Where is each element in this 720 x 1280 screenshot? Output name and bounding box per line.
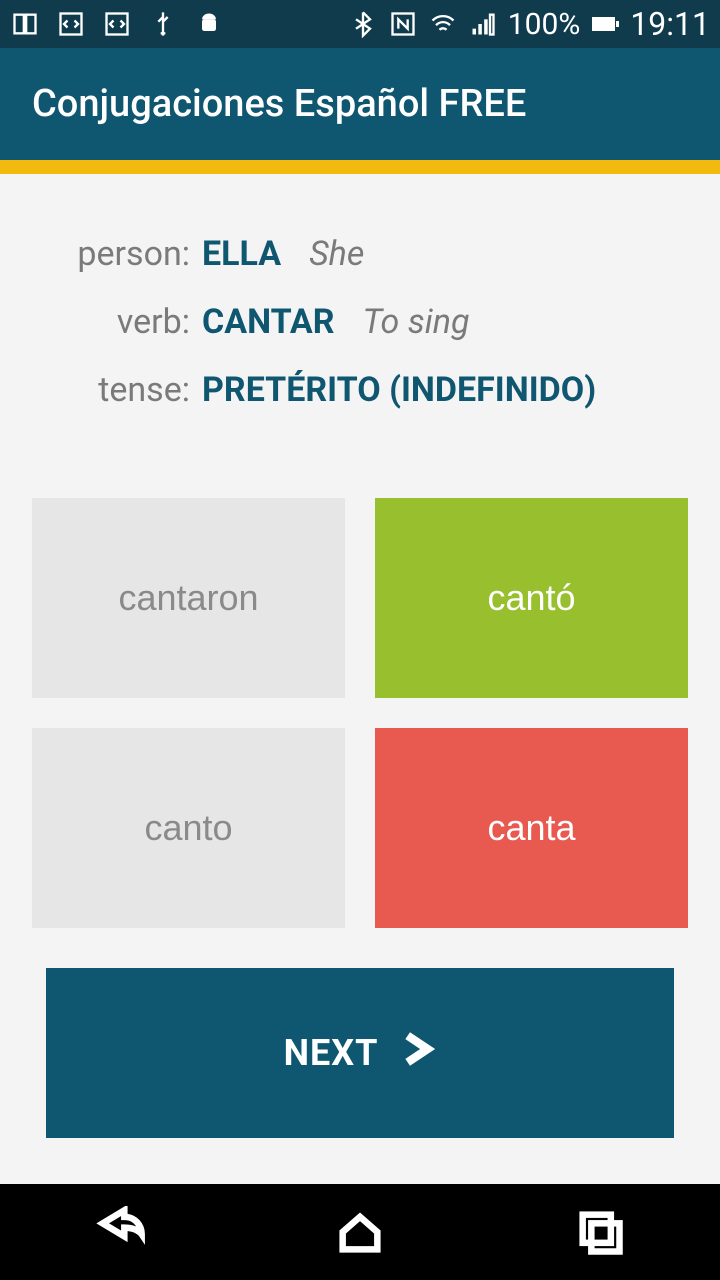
app-title: Conjugaciones Español FREE [32, 82, 526, 126]
info-row-person: person: ELLA She [42, 234, 688, 274]
back-icon [94, 1206, 146, 1258]
quiz-info: person: ELLA She verb: CANTAR To sing te… [32, 174, 688, 498]
wifi-icon [428, 9, 458, 39]
status-right: 100% 19:11 [348, 5, 710, 43]
home-button[interactable] [300, 1202, 420, 1262]
verb-label: verb: [42, 302, 202, 342]
multiwindow-icon [10, 9, 40, 39]
option-1[interactable]: cantaron [32, 498, 345, 698]
person-translation: She [309, 234, 364, 274]
next-label: NEXT [284, 1032, 379, 1074]
battery-icon [590, 9, 620, 39]
recents-icon [574, 1206, 626, 1258]
clock: 19:11 [630, 5, 710, 43]
dev-icon-2 [102, 9, 132, 39]
app-bar: Conjugaciones Español FREE [0, 48, 720, 160]
verb-translation: To sing [363, 302, 470, 342]
person-label: person: [42, 234, 202, 274]
options-grid: cantaron cantó canto canta [32, 498, 688, 928]
nfc-icon [388, 9, 418, 39]
option-4[interactable]: canta [375, 728, 688, 928]
recents-button[interactable] [540, 1202, 660, 1262]
dev-icon [56, 9, 86, 39]
status-left [10, 9, 224, 39]
android-icon [194, 9, 224, 39]
tense-value: PRETÉRITO (INDEFINIDO) [202, 370, 596, 410]
signal-icon [468, 9, 498, 39]
navigation-bar [0, 1184, 720, 1280]
next-button[interactable]: NEXT [46, 968, 674, 1138]
bluetooth-icon [348, 9, 378, 39]
tense-label: tense: [42, 370, 202, 410]
status-bar: 100% 19:11 [0, 0, 720, 48]
home-icon [334, 1206, 386, 1258]
person-value: ELLA [202, 234, 281, 274]
content: person: ELLA She verb: CANTAR To sing te… [0, 174, 720, 1184]
accent-strip [0, 160, 720, 174]
info-row-verb: verb: CANTAR To sing [42, 302, 688, 342]
chevron-right-icon [396, 1029, 436, 1078]
option-2[interactable]: cantó [375, 498, 688, 698]
verb-value: CANTAR [202, 302, 335, 342]
info-row-tense: tense: PRETÉRITO (INDEFINIDO) [42, 370, 688, 410]
option-3[interactable]: canto [32, 728, 345, 928]
battery-percent: 100% [508, 7, 581, 42]
back-button[interactable] [60, 1202, 180, 1262]
usb-icon [148, 9, 178, 39]
